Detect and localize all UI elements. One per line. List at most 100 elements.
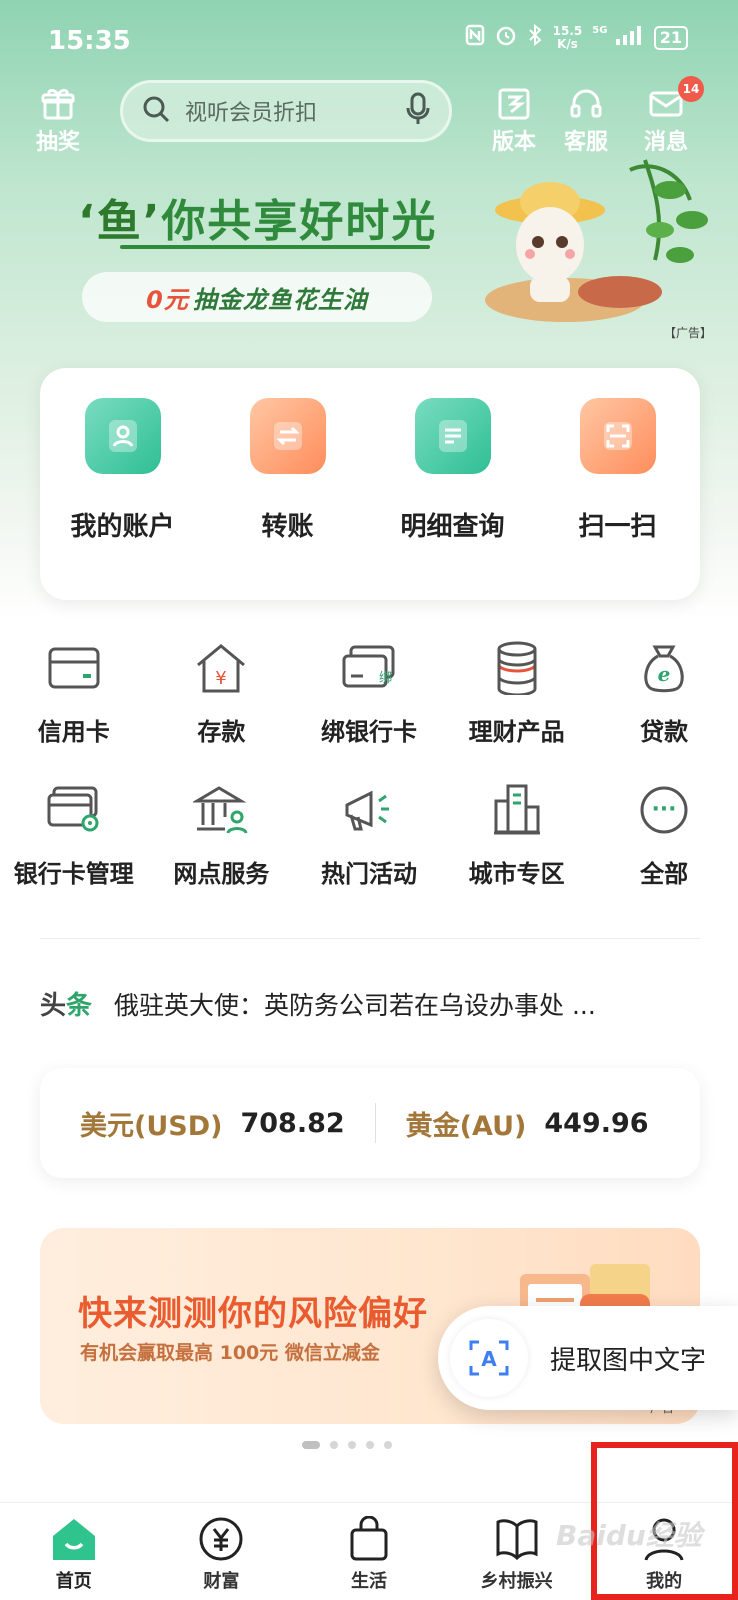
more-icon: ··· (590, 778, 738, 842)
scan-icon (579, 398, 656, 474)
service-wealth-products[interactable]: 理财产品 (443, 636, 591, 778)
banner-underline (120, 245, 430, 249)
lottery-button[interactable]: 抽奖 (28, 84, 88, 156)
tab-home[interactable]: 首页 (0, 1503, 148, 1600)
search-icon (141, 94, 171, 128)
service-credit-card[interactable]: 信用卡 (0, 636, 148, 778)
transfer-icon (249, 398, 326, 474)
shopping-bag-icon (295, 1513, 443, 1565)
banner-title[interactable]: ‘鱼’你共享好时光 (78, 185, 437, 249)
quick-action-my-account[interactable]: 我的账户 (48, 398, 198, 543)
carousel-dot[interactable] (330, 1441, 338, 1449)
account-icon (84, 398, 161, 474)
carousel-dot[interactable] (384, 1441, 392, 1449)
nfc-icon (465, 24, 485, 51)
quick-action-details[interactable]: 明细查询 (378, 398, 528, 543)
bind-symbol: 绑 (379, 671, 392, 686)
tab-life[interactable]: 生活 (295, 1503, 443, 1600)
tab-wealth[interactable]: 财富 (148, 1503, 296, 1600)
loan-e-symbol: e (658, 662, 671, 686)
service-label: 存款 (197, 718, 246, 746)
messages-button[interactable]: 14 消息 (636, 76, 704, 156)
details-icon (414, 398, 491, 474)
status-time: 15:35 (48, 26, 131, 56)
mail-icon: 14 (636, 76, 704, 124)
headset-icon (556, 84, 616, 124)
rate-name: 黄金(AU) (405, 1110, 527, 1142)
service-hot-activity[interactable]: 热门活动 (295, 778, 443, 920)
banner-brand: ‘鱼’ (78, 196, 162, 247)
tab-label: 财富 (203, 1571, 240, 1592)
voice-input-icon[interactable] (405, 92, 431, 130)
banner-promo[interactable]: 0元 抽金龙鱼花生油 (82, 272, 432, 322)
watermark: Baidu经验 (556, 1519, 702, 1552)
status-icons: 15.5 K/s 5G 21 (465, 23, 688, 51)
banner-slogan: 你共享好时光 (161, 196, 438, 247)
city-zone-icon (443, 778, 591, 842)
rate-name: 美元(USD) (80, 1110, 223, 1142)
service-label: 热门活动 (320, 860, 417, 888)
carousel-dot[interactable] (348, 1441, 356, 1449)
branch-service-icon (148, 778, 296, 842)
yen-symbol: ¥ (216, 668, 227, 689)
exchange-rates-card[interactable]: 美元(USD) 708.82 黄金(AU) 449.96 (40, 1068, 700, 1178)
service-label: 城市专区 (468, 860, 565, 888)
rate-value: 449.96 (544, 1107, 649, 1139)
speed-value: 15.5 (552, 23, 583, 38)
service-label: 贷款 (640, 718, 689, 746)
quick-action-label: 转账 (261, 512, 314, 542)
promo-title: 快来测测你的风险偏好 (78, 1294, 428, 1334)
quick-action-scan[interactable]: 扫一扫 (543, 398, 693, 543)
rate-value: 708.82 (240, 1107, 345, 1139)
carousel-dot[interactable] (366, 1441, 374, 1449)
tab-label: 首页 (55, 1571, 92, 1592)
service-label: 银行卡管理 (13, 860, 134, 888)
service-loan[interactable]: e 贷款 (590, 636, 738, 778)
gift-icon (28, 84, 88, 124)
extract-text-label: 提取图中文字 (550, 1345, 707, 1376)
loan-icon: e (590, 636, 738, 700)
carousel-indicator (302, 1441, 392, 1449)
headline-tag-a: 头 (40, 991, 67, 1021)
headline-tag-b: 条 (66, 991, 93, 1021)
quick-action-label: 扫一扫 (578, 512, 657, 542)
customer-service-button[interactable]: 客服 (556, 84, 616, 156)
tab-label: 生活 (350, 1571, 387, 1592)
banner-mascot-illustration[interactable] (470, 150, 720, 330)
service-all[interactable]: ··· 全部 (590, 778, 738, 920)
extract-text-popup[interactable]: A 提取图中文字 (438, 1306, 738, 1410)
status-bar: 15:35 15.5 K/s 5G 21 (0, 0, 738, 80)
section-divider (40, 938, 700, 939)
quick-actions-card: 我的账户 转账 明细查询 扫一扫 (40, 368, 700, 600)
service-grid: 信用卡 ¥ 存款 绑 绑银行卡 理财产品 e 贷款 银行卡管理 网点服务 热门活… (0, 636, 738, 920)
service-card-management[interactable]: 银行卡管理 (0, 778, 148, 920)
bluetooth-icon (527, 23, 543, 51)
deposit-icon: ¥ (148, 636, 296, 700)
banner-promo-text: 抽金龙鱼花生油 (192, 285, 368, 314)
service-deposit[interactable]: ¥ 存款 (148, 636, 296, 778)
banner-ad-label: 【广告】 (663, 326, 712, 340)
battery-indicator: 21 (653, 25, 688, 50)
quick-action-transfer[interactable]: 转账 (213, 398, 363, 543)
text-recognition-icon: A (450, 1319, 528, 1397)
quick-action-label: 明细查询 (400, 512, 505, 542)
service-label: 网点服务 (173, 860, 270, 888)
credit-card-icon (0, 636, 148, 700)
version-button[interactable]: 版本 (484, 84, 544, 156)
speed-unit: K/s (557, 36, 578, 51)
headline-text: 俄驻英大使：英防务公司若在乌设办事处 ... (114, 990, 596, 1020)
search-placeholder: 视听会员折扣 (185, 101, 318, 126)
wealth-products-icon (443, 636, 591, 700)
service-bind-card[interactable]: 绑 绑银行卡 (295, 636, 443, 778)
service-label: 信用卡 (37, 718, 110, 746)
news-headline[interactable]: 头条 俄驻英大使：英防务公司若在乌设办事处 ... (40, 985, 700, 1022)
hot-activity-icon (295, 778, 443, 842)
tab-label: 乡村振兴 (480, 1571, 553, 1592)
service-label: 绑银行卡 (320, 718, 417, 746)
service-city-zone[interactable]: 城市专区 (443, 778, 591, 920)
service-branch[interactable]: 网点服务 (148, 778, 296, 920)
search-bar[interactable]: 视听会员折扣 (120, 80, 452, 142)
carousel-dot[interactable] (302, 1441, 320, 1449)
bind-card-icon: 绑 (295, 636, 443, 700)
headline-tag: 头条 (40, 985, 92, 1022)
